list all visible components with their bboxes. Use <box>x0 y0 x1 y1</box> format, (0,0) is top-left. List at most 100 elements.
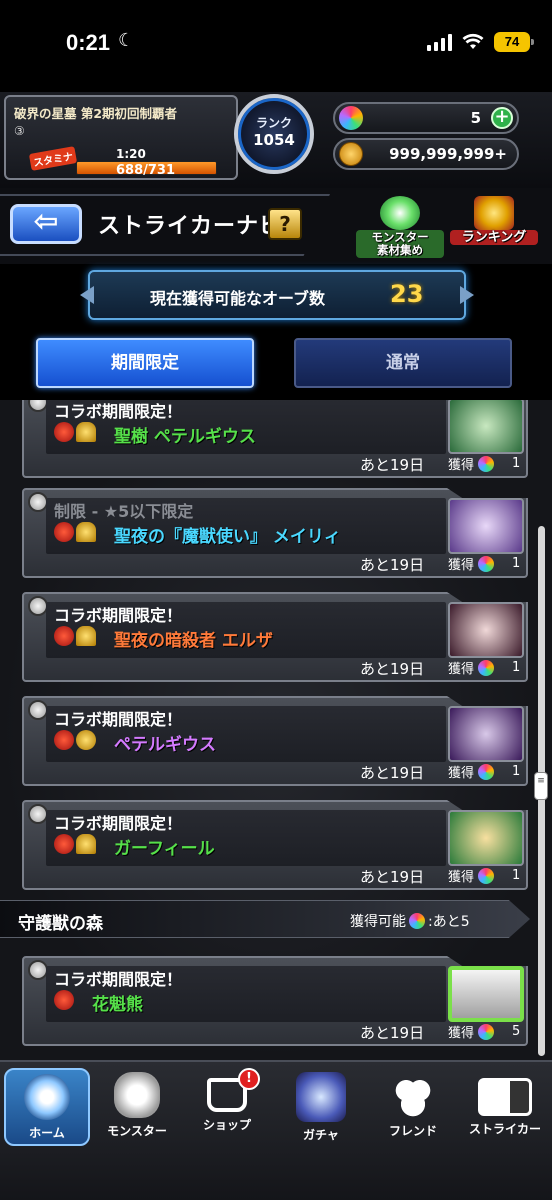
obtainable-orbs-label: 現在獲得可能なオーブ数 <box>150 289 326 308</box>
orb-reward: 獲得 5 <box>448 1023 521 1041</box>
bottom-tab-bar: ホーム モンスター ショップ ! ガチャ フレンド ストライカー <box>0 1060 552 1200</box>
monster-icon <box>114 1072 160 1118</box>
demon-type-icon <box>54 834 74 854</box>
monster-name: 聖夜の『魔獣使い』 メイリィ <box>114 527 341 547</box>
cellular-signal-icon <box>427 33 452 51</box>
quest-card[interactable]: コラボ期間限定！ 聖夜の暗殺者 エルザ あと19日 獲得 1 <box>22 592 528 682</box>
tab-gacha[interactable]: ガチャ <box>278 1068 364 1146</box>
quest-category: コラボ期間限定！ <box>54 402 183 421</box>
reward-box-icon <box>76 422 96 442</box>
quest-card[interactable]: 制限 - ★5以下限定 聖夜の『魔獣使い』 メイリィ あと19日 獲得 1 <box>22 488 528 578</box>
demon-type-icon <box>54 522 74 542</box>
buy-orbs-button[interactable]: + <box>491 107 513 129</box>
stamina-label: スタミナ <box>28 146 78 171</box>
demon-type-icon <box>54 626 74 646</box>
orb-count: 5 <box>470 109 481 127</box>
quest-card[interactable]: コラボ期間限定！ ペテルギウス あと19日 獲得 1 <box>22 696 528 786</box>
orb-reward: 獲得 1 <box>448 763 521 781</box>
crown-icon <box>474 196 514 230</box>
status-dot-icon <box>28 492 48 512</box>
monster-name: ペテルギウス <box>114 735 216 755</box>
home-icon <box>24 1074 70 1120</box>
orb-reward: 獲得 1 <box>448 659 521 677</box>
quest-card[interactable]: コラボ期間限定！ 聖樹 ペテルギウス あと19日 獲得 1 <box>22 400 528 478</box>
remaining-days: あと19日 <box>360 1024 425 1042</box>
tab-home[interactable]: ホーム <box>4 1068 90 1146</box>
reward-egg-icon <box>76 730 96 750</box>
gacha-icon <box>296 1072 346 1122</box>
gold-count: 999,999,999+ <box>389 145 507 163</box>
section-title: 守護獣の森 <box>18 914 103 934</box>
player-title: 破界の星墓 第2期初回制覇者 <box>14 106 178 121</box>
orb-icon <box>478 455 495 472</box>
moon-icon: ☾ <box>118 30 135 51</box>
monster-name: 聖樹 ペテルギウス <box>114 427 256 447</box>
scroll-handle[interactable]: ≡ <box>534 772 548 800</box>
obtainable-orbs-panel: 現在獲得可能なオーブ数 23 <box>88 270 466 320</box>
wifi-icon <box>462 33 484 49</box>
reward-box-icon <box>76 834 96 854</box>
status-dot-icon <box>28 400 48 412</box>
quest-list[interactable]: コラボ期間限定！ 聖樹 ペテルギウス あと19日 獲得 1 制限 - ★5以下限定… <box>0 400 552 1060</box>
monster-name: ガーフィール <box>114 839 215 859</box>
status-dot-icon <box>28 960 48 980</box>
quest-card[interactable]: コラボ期間限定！ ガーフィール あと19日 獲得 1 <box>22 800 528 890</box>
status-dot-icon <box>28 700 48 720</box>
remaining-days: あと19日 <box>360 456 425 474</box>
notification-badge: ! <box>238 1068 260 1090</box>
remaining-days: あと19日 <box>360 868 425 886</box>
tab-monster[interactable]: モンスター <box>94 1068 180 1146</box>
id-card-icon <box>478 1078 532 1116</box>
quest-card[interactable]: コラボ期間限定！ 花魁熊 あと19日 獲得 5 <box>22 956 528 1046</box>
friends-icon <box>390 1072 436 1118</box>
orb-reward: 獲得 1 <box>448 455 521 473</box>
quest-category: コラボ期間限定！ <box>54 710 183 729</box>
remaining-days: あと19日 <box>360 660 425 678</box>
section-available: 獲得可能:あと5 <box>350 913 470 930</box>
navigation-bar: ⇦ ストライカーナビ ? モンスター 素材集め ランキング <box>0 188 552 264</box>
tab-striker[interactable]: ストライカー <box>462 1068 548 1146</box>
page-title: ストライカーナビ <box>98 214 283 239</box>
section-header: 守護獣の森 獲得可能:あと5 <box>0 900 530 938</box>
quest-category: コラボ期間限定！ <box>54 606 183 625</box>
ranking-label: ランキング <box>450 230 538 245</box>
monster-portrait <box>448 602 524 658</box>
tab-normal[interactable]: 通常 <box>294 338 512 388</box>
help-button[interactable]: ? <box>268 208 302 240</box>
ranking-shortcut[interactable]: ランキング <box>450 196 538 258</box>
rank-value: 1054 <box>253 131 295 149</box>
tab-shop[interactable]: ショップ ! <box>184 1068 270 1146</box>
back-button[interactable]: ⇦ <box>10 204 82 244</box>
remaining-days: あと19日 <box>360 556 425 574</box>
orb-icon <box>409 913 425 929</box>
gold-counter: 999,999,999+ <box>333 138 519 170</box>
demon-type-icon <box>54 990 74 1010</box>
rank-badge[interactable]: ランク 1054 <box>234 94 314 174</box>
monster-portrait <box>448 498 524 554</box>
monster-material-shortcut[interactable]: モンスター 素材集め <box>356 196 444 258</box>
quest-category: コラボ期間限定！ <box>54 970 183 989</box>
orb-icon <box>478 659 495 676</box>
tab-friend[interactable]: フレンド <box>370 1068 456 1146</box>
orb-icon <box>478 867 495 884</box>
orb-icon <box>339 106 363 130</box>
player-title-number: ③ <box>14 124 25 138</box>
reward-box-icon <box>76 522 96 542</box>
game-header: 破界の星墓 第2期初回制覇者 ③ スタミナ 1:20 688/731 ランク 1… <box>0 92 552 188</box>
clock: 0:21 <box>66 30 111 55</box>
monster-portrait <box>448 706 524 762</box>
tab-limited[interactable]: 期間限定 <box>36 338 254 388</box>
rank-label: ランク <box>255 116 292 130</box>
battery-indicator: 74 <box>494 32 534 52</box>
orb-reward: 獲得 1 <box>448 555 521 573</box>
status-bar: 0:21 ☾ 74 <box>0 0 552 92</box>
player-panel[interactable]: 破界の星墓 第2期初回制覇者 ③ スタミナ 1:20 688/731 <box>4 95 238 180</box>
remaining-days: あと19日 <box>360 764 425 782</box>
demon-type-icon <box>54 730 74 750</box>
stamina-timer: 1:20 <box>116 147 146 161</box>
orb-icon <box>478 1023 495 1040</box>
quest-category: コラボ期間限定！ <box>54 814 183 833</box>
monster-portrait <box>448 400 524 454</box>
stamina-value: 688/731 <box>116 163 176 178</box>
orb-reward: 獲得 1 <box>448 867 521 885</box>
